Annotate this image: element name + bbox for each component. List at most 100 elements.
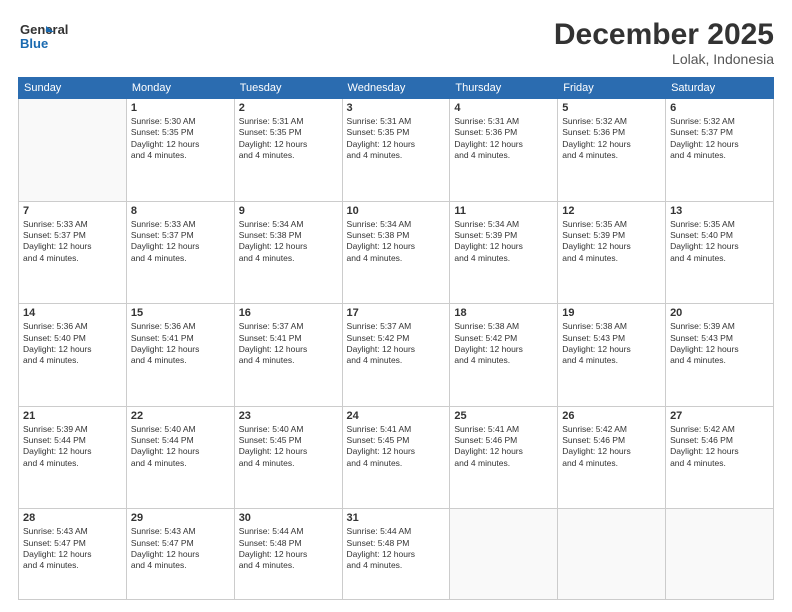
cell-content: Sunrise: 5:38 AMSunset: 5:43 PMDaylight:… <box>562 321 661 367</box>
day-number: 24 <box>347 410 446 422</box>
cell-content: Sunrise: 5:37 AMSunset: 5:41 PMDaylight:… <box>239 321 338 367</box>
table-row: 15Sunrise: 5:36 AMSunset: 5:41 PMDayligh… <box>126 304 234 407</box>
cell-content: Sunrise: 5:35 AMSunset: 5:39 PMDaylight:… <box>562 219 661 265</box>
table-row: 22 Sunrise: 5:40 AMSunset: 5:44 PMDayligh… <box>126 406 234 509</box>
location: Lolak, Indonesia <box>554 51 774 67</box>
table-row <box>666 509 774 600</box>
cell-content: Sunrise: 5:42 AMSunset: 5:46 PMDaylight:… <box>670 424 769 470</box>
table-row: 31 Sunrise: 5:44 AMSunset: 5:48 PMDayligh… <box>342 509 450 600</box>
cell-content: Sunrise: 5:39 AMSunset: 5:44 PMDaylight:… <box>23 424 122 470</box>
cell-content: Sunrise: 5:33 AMSunset: 5:37 PMDaylight:… <box>131 219 230 265</box>
calendar-header-row: Sunday Monday Tuesday Wednesday Thursday… <box>19 78 774 99</box>
col-thursday: Thursday <box>450 78 558 99</box>
day-number: 30 <box>239 512 338 524</box>
day-number: 4 <box>454 102 553 114</box>
table-row: 27 Sunrise: 5:42 AMSunset: 5:46 PMDayligh… <box>666 406 774 509</box>
day-number: 3 <box>347 102 446 114</box>
month-title: December 2025 <box>554 18 774 51</box>
day-number: 19 <box>562 307 661 319</box>
cell-content: Sunrise: 5:39 AMSunset: 5:43 PMDaylight:… <box>670 321 769 367</box>
day-number: 28 <box>23 512 122 524</box>
cell-content: Sunrise: 5:34 AMSunset: 5:38 PMDaylight:… <box>347 219 446 265</box>
day-number: 12 <box>562 205 661 217</box>
cell-content: Sunrise: 5:44 AMSunset: 5:48 PMDaylight:… <box>347 526 446 572</box>
cell-content: Sunrise: 5:42 AMSunset: 5:46 PMDaylight:… <box>562 424 661 470</box>
table-row: 3Sunrise: 5:31 AMSunset: 5:35 PMDaylight… <box>342 99 450 202</box>
table-row: 17 Sunrise: 5:37 AMSunset: 5:42 PMDayligh… <box>342 304 450 407</box>
table-row: 5 Sunrise: 5:32 AMSunset: 5:36 PMDaylight… <box>558 99 666 202</box>
cell-content: Sunrise: 5:43 AMSunset: 5:47 PMDaylight:… <box>131 526 230 572</box>
col-wednesday: Wednesday <box>342 78 450 99</box>
day-number: 17 <box>347 307 446 319</box>
day-number: 13 <box>670 205 769 217</box>
cell-content: Sunrise: 5:31 AMSunset: 5:35 PMDaylight:… <box>239 116 338 162</box>
cell-content: Sunrise: 5:34 AMSunset: 5:39 PMDaylight:… <box>454 219 553 265</box>
table-row: 16 Sunrise: 5:37 AMSunset: 5:41 PMDayligh… <box>234 304 342 407</box>
day-number: 14 <box>23 307 122 319</box>
day-number: 2 <box>239 102 338 114</box>
day-number: 6 <box>670 102 769 114</box>
cell-content: Sunrise: 5:37 AMSunset: 5:42 PMDaylight:… <box>347 321 446 367</box>
table-row: 6 Sunrise: 5:32 AMSunset: 5:37 PMDaylight… <box>666 99 774 202</box>
cell-content: Sunrise: 5:34 AMSunset: 5:38 PMDaylight:… <box>239 219 338 265</box>
col-monday: Monday <box>126 78 234 99</box>
day-number: 20 <box>670 307 769 319</box>
title-block: December 2025 Lolak, Indonesia <box>554 18 774 67</box>
cell-content: Sunrise: 5:33 AMSunset: 5:37 PMDaylight:… <box>23 219 122 265</box>
svg-text:General: General <box>20 22 68 37</box>
table-row: 21Sunrise: 5:39 AMSunset: 5:44 PMDayligh… <box>19 406 127 509</box>
day-number: 25 <box>454 410 553 422</box>
table-row: 12 Sunrise: 5:35 AMSunset: 5:39 PMDayligh… <box>558 201 666 304</box>
day-number: 8 <box>131 205 230 217</box>
day-number: 27 <box>670 410 769 422</box>
day-number: 31 <box>347 512 446 524</box>
col-sunday: Sunday <box>19 78 127 99</box>
day-number: 5 <box>562 102 661 114</box>
col-saturday: Saturday <box>666 78 774 99</box>
cell-content: Sunrise: 5:44 AMSunset: 5:48 PMDaylight:… <box>239 526 338 572</box>
table-row: 10 Sunrise: 5:34 AMSunset: 5:38 PMDayligh… <box>342 201 450 304</box>
table-row <box>19 99 127 202</box>
table-row: 30 Sunrise: 5:44 AMSunset: 5:48 PMDayligh… <box>234 509 342 600</box>
day-number: 26 <box>562 410 661 422</box>
table-row: 20 Sunrise: 5:39 AMSunset: 5:43 PMDayligh… <box>666 304 774 407</box>
table-row: 1Sunrise: 5:30 AMSunset: 5:35 PMDaylight… <box>126 99 234 202</box>
day-number: 9 <box>239 205 338 217</box>
table-row: 7 Sunrise: 5:33 AMSunset: 5:37 PMDaylight… <box>19 201 127 304</box>
day-number: 7 <box>23 205 122 217</box>
table-row: 24 Sunrise: 5:41 AMSunset: 5:45 PMDayligh… <box>342 406 450 509</box>
table-row: 4 Sunrise: 5:31 AMSunset: 5:36 PMDaylight… <box>450 99 558 202</box>
cell-content: Sunrise: 5:43 AMSunset: 5:47 PMDaylight:… <box>23 526 122 572</box>
table-row: 19 Sunrise: 5:38 AMSunset: 5:43 PMDayligh… <box>558 304 666 407</box>
day-number: 18 <box>454 307 553 319</box>
cell-content: Sunrise: 5:36 AMSunset: 5:41 PMDaylight:… <box>131 321 230 367</box>
table-row: 14 Sunrise: 5:36 AMSunset: 5:40 PMDayligh… <box>19 304 127 407</box>
cell-content: Sunrise: 5:41 AMSunset: 5:46 PMDaylight:… <box>454 424 553 470</box>
table-row: 29Sunrise: 5:43 AMSunset: 5:47 PMDayligh… <box>126 509 234 600</box>
table-row: 9 Sunrise: 5:34 AMSunset: 5:38 PMDaylight… <box>234 201 342 304</box>
day-number: 10 <box>347 205 446 217</box>
table-row: 11 Sunrise: 5:34 AMSunset: 5:39 PMDayligh… <box>450 201 558 304</box>
table-row: 23Sunrise: 5:40 AMSunset: 5:45 PMDayligh… <box>234 406 342 509</box>
cell-content: Sunrise: 5:32 AMSunset: 5:36 PMDaylight:… <box>562 116 661 162</box>
col-friday: Friday <box>558 78 666 99</box>
cell-content: Sunrise: 5:30 AMSunset: 5:35 PMDaylight:… <box>131 116 230 162</box>
day-number: 11 <box>454 205 553 217</box>
table-row: 25 Sunrise: 5:41 AMSunset: 5:46 PMDayligh… <box>450 406 558 509</box>
table-row: 18 Sunrise: 5:38 AMSunset: 5:42 PMDayligh… <box>450 304 558 407</box>
day-number: 22 <box>131 410 230 422</box>
table-row <box>450 509 558 600</box>
day-number: 16 <box>239 307 338 319</box>
cell-content: Sunrise: 5:38 AMSunset: 5:42 PMDaylight:… <box>454 321 553 367</box>
table-row <box>558 509 666 600</box>
col-tuesday: Tuesday <box>234 78 342 99</box>
cell-content: Sunrise: 5:36 AMSunset: 5:40 PMDaylight:… <box>23 321 122 367</box>
logo-icon: General Blue <box>18 18 88 54</box>
calendar: Sunday Monday Tuesday Wednesday Thursday… <box>18 77 774 600</box>
cell-content: Sunrise: 5:31 AMSunset: 5:36 PMDaylight:… <box>454 116 553 162</box>
cell-content: Sunrise: 5:32 AMSunset: 5:37 PMDaylight:… <box>670 116 769 162</box>
table-row: 2 Sunrise: 5:31 AMSunset: 5:35 PMDaylight… <box>234 99 342 202</box>
logo: General Blue <box>18 18 88 54</box>
cell-content: Sunrise: 5:40 AMSunset: 5:44 PMDaylight:… <box>131 424 230 470</box>
cell-content: Sunrise: 5:41 AMSunset: 5:45 PMDaylight:… <box>347 424 446 470</box>
